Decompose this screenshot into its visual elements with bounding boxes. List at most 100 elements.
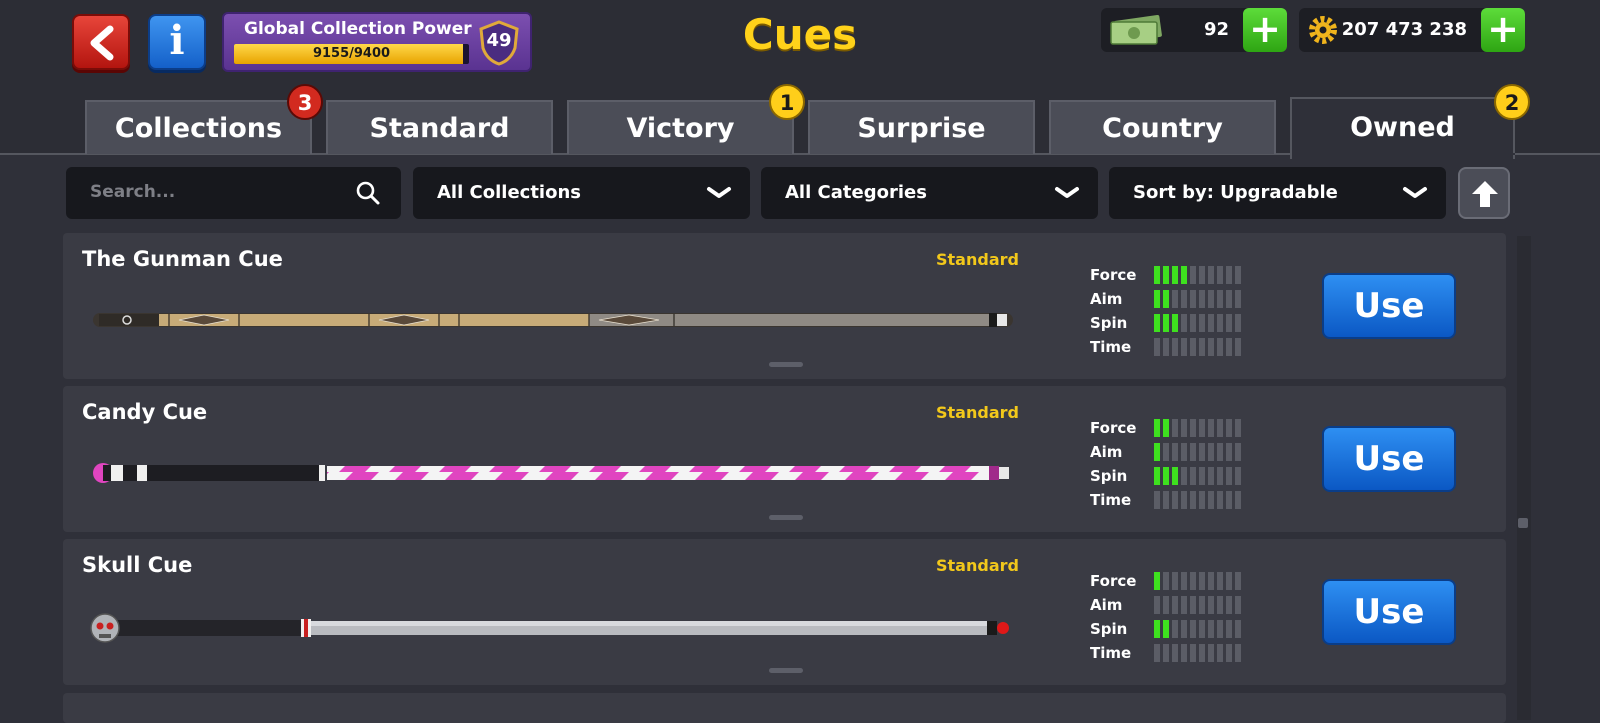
cue-card[interactable]: Skull Cue Standard Force Aim Spin Time U… bbox=[63, 539, 1506, 685]
stat-bars bbox=[1154, 416, 1244, 512]
use-button[interactable]: Use bbox=[1322, 579, 1456, 645]
stat-segment bbox=[1217, 620, 1223, 638]
stat-segment bbox=[1181, 596, 1187, 614]
tab-surprise[interactable]: Surprise bbox=[808, 100, 1035, 154]
scrollbar[interactable] bbox=[1517, 236, 1531, 720]
stat-segment bbox=[1154, 491, 1160, 509]
tab-standard[interactable]: Standard bbox=[326, 100, 553, 154]
tab-country[interactable]: Country bbox=[1049, 100, 1276, 154]
stat-segment bbox=[1208, 620, 1214, 638]
cue-card[interactable]: The Gunman Cue Standard Force Aim Spin T… bbox=[63, 233, 1506, 379]
stat-segment bbox=[1199, 266, 1205, 284]
tab-victory[interactable]: Victory bbox=[567, 100, 794, 154]
stat-segment bbox=[1163, 338, 1169, 356]
stat-segment bbox=[1163, 620, 1169, 638]
card-expand-handle[interactable] bbox=[769, 362, 803, 367]
stat-segment bbox=[1199, 596, 1205, 614]
arrow-up-icon bbox=[1472, 181, 1498, 207]
stat-segment bbox=[1190, 266, 1196, 284]
stat-segment bbox=[1163, 572, 1169, 590]
stat-segment bbox=[1181, 314, 1187, 332]
stat-segment bbox=[1208, 314, 1214, 332]
stat-segment bbox=[1235, 314, 1241, 332]
stat-segment bbox=[1190, 419, 1196, 437]
sort-direction-button[interactable] bbox=[1458, 167, 1510, 219]
stat-segment bbox=[1190, 443, 1196, 461]
use-button[interactable]: Use bbox=[1322, 273, 1456, 339]
stat-bar-aim bbox=[1154, 440, 1244, 464]
chevron-down-icon bbox=[1403, 187, 1427, 198]
stat-segment bbox=[1163, 596, 1169, 614]
cue-category: Standard bbox=[936, 403, 1019, 422]
stat-segment bbox=[1226, 596, 1232, 614]
stat-segment bbox=[1181, 572, 1187, 590]
tab-collections-badge: 3 bbox=[287, 84, 323, 120]
stat-segment bbox=[1199, 467, 1205, 485]
stat-segment bbox=[1172, 419, 1178, 437]
stat-bar-aim bbox=[1154, 287, 1244, 311]
stat-segment bbox=[1199, 419, 1205, 437]
cash-value: 92 bbox=[1203, 19, 1229, 40]
stat-segment bbox=[1172, 644, 1178, 662]
stat-segment bbox=[1154, 572, 1160, 590]
card-expand-handle[interactable] bbox=[769, 515, 803, 520]
tab-label: Surprise bbox=[857, 113, 986, 144]
stat-segment bbox=[1181, 266, 1187, 284]
tab-victory-badge: 1 bbox=[769, 84, 805, 120]
stat-segment bbox=[1235, 443, 1241, 461]
scrollbar-thumb[interactable] bbox=[1518, 518, 1528, 528]
tab-owned[interactable]: Owned bbox=[1290, 97, 1515, 159]
stat-label-time: Time bbox=[1090, 491, 1132, 509]
cue-card[interactable]: Candy Cue Standard Force Aim Spin Time U… bbox=[63, 386, 1506, 532]
stat-segment bbox=[1154, 266, 1160, 284]
card-expand-handle[interactable] bbox=[769, 668, 803, 673]
stat-segment bbox=[1181, 467, 1187, 485]
stat-segment bbox=[1172, 338, 1178, 356]
stat-bar-force bbox=[1154, 263, 1244, 287]
stat-segment bbox=[1163, 443, 1169, 461]
collections-dropdown[interactable]: All Collections bbox=[413, 167, 750, 219]
stat-segment bbox=[1217, 491, 1223, 509]
cue-name: Skull Cue bbox=[82, 553, 193, 577]
stat-segment bbox=[1217, 266, 1223, 284]
stat-segment bbox=[1235, 338, 1241, 356]
categories-dropdown[interactable]: All Categories bbox=[761, 167, 1098, 219]
tab-collections[interactable]: Collections bbox=[85, 100, 312, 154]
stat-segment bbox=[1154, 443, 1160, 461]
stat-segment bbox=[1199, 491, 1205, 509]
stat-segment bbox=[1190, 314, 1196, 332]
cue-name: The Gunman Cue bbox=[82, 247, 283, 271]
stat-segment bbox=[1190, 644, 1196, 662]
search-input[interactable]: Search... bbox=[66, 167, 401, 219]
stat-segment bbox=[1154, 338, 1160, 356]
stat-segment bbox=[1208, 596, 1214, 614]
stat-segment bbox=[1190, 620, 1196, 638]
stat-segment bbox=[1154, 314, 1160, 332]
stat-segment bbox=[1226, 314, 1232, 332]
dropdown-value: Sort by: Upgradable bbox=[1133, 182, 1338, 203]
stat-segment bbox=[1208, 290, 1214, 308]
stat-segment bbox=[1190, 338, 1196, 356]
stat-segment bbox=[1226, 290, 1232, 308]
stat-label-force: Force bbox=[1090, 572, 1137, 590]
sort-dropdown[interactable]: Sort by: Upgradable bbox=[1109, 167, 1446, 219]
stat-segment bbox=[1163, 314, 1169, 332]
stat-segment bbox=[1217, 419, 1223, 437]
use-button[interactable]: Use bbox=[1322, 426, 1456, 492]
stat-segment bbox=[1154, 419, 1160, 437]
tab-label: Standard bbox=[369, 113, 510, 144]
cash-balance: 92 + bbox=[1101, 8, 1287, 52]
stat-bar-force bbox=[1154, 569, 1244, 593]
gunman-cue-image bbox=[93, 313, 1013, 327]
add-cash-button[interactable]: + bbox=[1243, 8, 1287, 52]
stat-segment bbox=[1217, 443, 1223, 461]
skull-cue-image bbox=[90, 613, 1009, 643]
stat-segment bbox=[1172, 314, 1178, 332]
cash-icon bbox=[1110, 15, 1162, 45]
stat-segment bbox=[1217, 596, 1223, 614]
stat-label-time: Time bbox=[1090, 644, 1132, 662]
chevron-down-icon bbox=[707, 187, 731, 198]
add-coins-button[interactable]: + bbox=[1481, 8, 1525, 52]
cue-card-partial[interactable] bbox=[63, 693, 1506, 723]
candy-cue-image bbox=[93, 463, 1009, 483]
